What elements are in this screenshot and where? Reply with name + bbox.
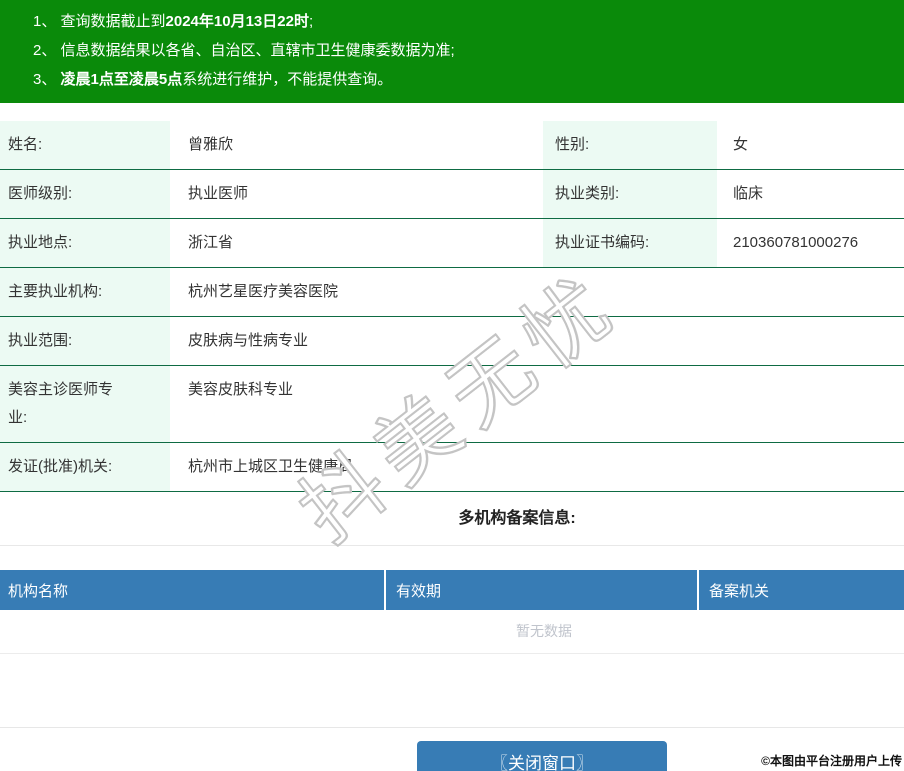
location-label: 执业地点:: [0, 218, 170, 268]
empty-state-text: 暂无数据: [0, 610, 904, 654]
organization-label: 主要执业机构:: [0, 267, 170, 317]
table-row: 姓名: 曾雅欣 性别: 女: [0, 121, 904, 170]
specialty-label: 美容主诊医师专业:: [0, 365, 170, 443]
scope-label: 执业范围:: [0, 316, 170, 366]
gender-label: 性别:: [543, 121, 717, 170]
name-label: 姓名:: [0, 121, 170, 170]
notice-line-2: 2、 信息数据结果以各省、自治区、直辖市卫生健康委数据为准;: [33, 42, 455, 59]
table-row: 医师级别: 执业医师 执业类别: 临床: [0, 169, 904, 219]
record-authority-header: 备案机关: [697, 570, 904, 610]
validity-header: 有效期: [384, 570, 698, 610]
specialty-value: 美容皮肤科专业: [170, 365, 904, 443]
multi-org-records-table: 机构名称 有效期 备案机关 暂无数据: [0, 570, 904, 654]
authority-value: 杭州市上城区卫生健康局: [170, 442, 904, 492]
practitioner-info-table: 姓名: 曾雅欣 性别: 女 医师级别: 执业医师 执业类别: 临床 执业地点: …: [0, 121, 904, 492]
notice-line-3: 3、 凌晨1点至凌晨5点系统进行维护，不能提供查询。: [33, 71, 393, 88]
query-result-page: 1、 查询数据截止到2024年10月13日22时; 2、 信息数据结果以各省、自…: [0, 0, 904, 771]
records-header-row: 机构名称 有效期 备案机关: [0, 570, 904, 610]
level-value: 执业医师: [170, 169, 543, 219]
records-empty-row: 暂无数据: [0, 610, 904, 654]
organization-value: 杭州艺星医疗美容医院: [170, 267, 904, 317]
scope-value: 皮肤病与性病专业: [170, 316, 904, 366]
certificate-value: 210360781000276: [717, 218, 904, 268]
gender-value: 女: [717, 121, 904, 170]
footer-divider: [0, 726, 904, 728]
table-row: 主要执业机构: 杭州艺星医疗美容医院: [0, 267, 904, 317]
name-value: 曾雅欣: [170, 121, 543, 170]
notice-banner: 1、 查询数据截止到2024年10月13日22时; 2、 信息数据结果以各省、自…: [0, 0, 904, 103]
table-row: 执业范围: 皮肤病与性病专业: [0, 316, 904, 366]
category-value: 临床: [717, 169, 904, 219]
level-label: 医师级别:: [0, 169, 170, 219]
close-window-button[interactable]: 〖关闭窗口〗: [417, 740, 667, 771]
org-name-header: 机构名称: [0, 570, 385, 610]
multi-org-section-title: 多机构备案信息:: [0, 492, 904, 546]
table-row: 发证(批准)机关: 杭州市上城区卫生健康局: [0, 442, 904, 492]
authority-label: 发证(批准)机关:: [0, 442, 170, 492]
category-label: 执业类别:: [543, 169, 717, 219]
certificate-label: 执业证书编码:: [543, 218, 717, 268]
table-row: 美容主诊医师专业: 美容皮肤科专业: [0, 365, 904, 443]
table-row: 执业地点: 浙江省 执业证书编码: 210360781000276: [0, 218, 904, 268]
notice-line-1: 1、 查询数据截止到2024年10月13日22时;: [33, 13, 314, 30]
upload-credit-watermark: ©本图由平台注册用户上传: [761, 754, 902, 768]
location-value: 浙江省: [170, 218, 543, 268]
